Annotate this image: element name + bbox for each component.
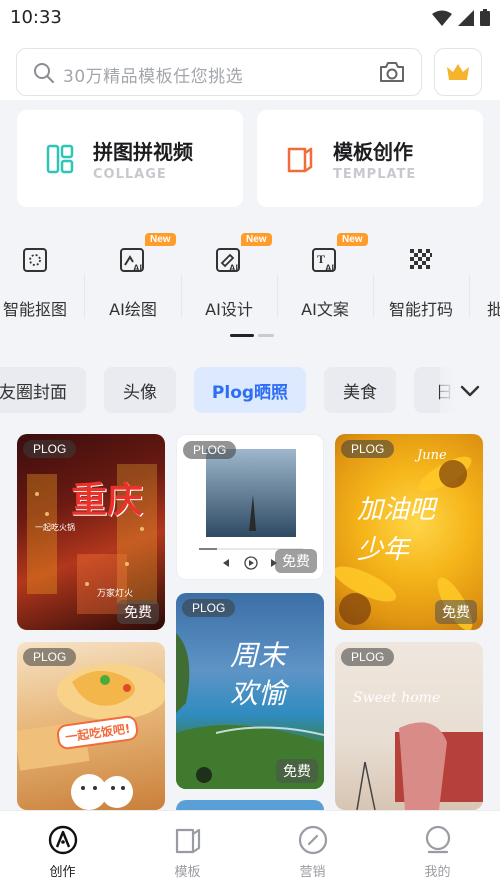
template-title: 加油吧 少年 [357,495,436,565]
template-subtext: 一起吃火锅 [35,523,75,532]
nav-profile[interactable]: 我的 [375,811,500,888]
nav-label: 营销 [299,865,326,880]
plog-tag: PLOG [182,599,236,617]
tool-label: AI设计 [205,300,253,319]
page-indicator [230,334,274,337]
signal-icon [458,9,474,26]
ai-text-icon: TAI [312,248,336,273]
template-script: Sweet home [353,690,441,706]
page-dot [258,334,274,337]
bottom-nav: 创作 模板 营销 我的 [0,810,500,888]
template-subtitle: TEMPLATE [333,167,417,182]
free-badge: 免费 [117,600,159,624]
template-title: 模板创作 [333,140,413,164]
free-badge: 免费 [275,549,317,573]
template-title: 重庆 [71,478,143,522]
nav-marketing[interactable]: 营销 [250,811,375,888]
ai-design-icon: AI [216,248,240,273]
nav-create[interactable]: 创作 [0,811,125,888]
tool-smart-cutout[interactable]: 智能抠图 [0,226,85,326]
plog-tag: PLOG [341,648,395,666]
new-badge: New [241,233,272,246]
tool-label: 智能抠图 [2,300,67,319]
template-card[interactable]: Sweet home PLOG [335,642,483,810]
plog-tag: PLOG [341,440,395,458]
collage-title: 拼图拼视频 [93,140,193,164]
template-subtext: 万家灯火 [97,589,134,599]
collage-subtitle: COLLAGE [93,167,167,182]
template-icon [287,147,313,173]
search-placeholder: 30万精品模板任您挑选 [63,67,244,87]
chevron-down-icon [460,385,480,397]
crown-icon [447,64,469,80]
tool-label: AI文案 [301,300,349,319]
status-time: 10:33 [10,7,62,28]
free-badge: 免费 [276,759,318,783]
collage-card[interactable]: 拼图拼视频 COLLAGE [17,110,243,207]
tool-ai-copywriting[interactable]: T AI New AI文案 [275,226,375,326]
template-script: June [417,448,447,463]
template-thumbnail [356,722,483,810]
search-bar[interactable]: 30万精品模板任您挑选 [16,48,422,96]
nav-templates[interactable]: 模板 [125,811,250,888]
template-card[interactable]: 模板创作 TEMPLATE [257,110,483,207]
tool-batch-partial[interactable]: 批 [445,226,500,326]
nav-label: 模板 [174,865,201,880]
cutout-icon [23,248,47,272]
title-text: 重庆 [71,479,144,521]
svg-text:AI: AI [229,263,238,273]
status-bar: 10:33 [0,0,500,36]
tool-ai-design[interactable]: AI New AI设计 [179,226,279,326]
battery-icon [480,9,490,26]
search-icon [34,63,54,83]
template-card[interactable]: PLOG 免费 [176,434,324,580]
tool-ai-draw[interactable]: AI New AI绘图 [83,226,183,326]
compass-icon [298,825,327,855]
category-chip[interactable]: 头像 [104,367,176,413]
category-chip-active[interactable]: Plog晒照 [194,367,306,413]
collage-icon [46,144,74,174]
vip-crown-button[interactable] [434,48,482,96]
system-icons [432,9,490,26]
ai-draw-icon: AI [120,248,144,273]
new-badge: New [337,233,368,246]
create-icon [48,825,77,855]
page-dot-active [230,334,254,337]
template-title: 周末 欢愉 [230,639,287,710]
svg-text:AI: AI [133,263,142,273]
tool-label: AI绘图 [109,300,157,319]
top-bar: 30万精品模板任您挑选 [0,36,500,100]
plog-tag: PLOG [23,648,77,666]
category-chip[interactable]: 友圈封面 [0,367,86,413]
mosaic-icon [410,249,432,269]
plog-tag: PLOG [23,440,77,458]
tool-row: 智能抠图 AI New AI绘图 AI New AI设计 T AI New AI文… [0,226,500,326]
expand-categories-button[interactable] [440,367,500,415]
category-tabs: 友圈封面 头像 Plog晒照 美食 日 [0,367,500,415]
nav-label: 我的 [424,865,451,880]
nav-label: 创作 [49,865,76,880]
template-card[interactable]: June 加油吧 少年 PLOG 免费 [335,434,483,630]
template-card[interactable]: 周末 欢愉 PLOG 免费 [176,593,324,789]
plog-tag: PLOG [183,441,237,459]
wifi-icon [432,10,452,26]
free-badge: 免费 [435,600,477,624]
camera-icon[interactable] [379,60,405,84]
template-card[interactable]: 重庆 一起吃火锅 万家灯火 PLOG 免费 [17,434,165,630]
svg-text:AI: AI [325,263,334,273]
tool-label: 批 [486,300,500,319]
new-badge: New [145,233,176,246]
template-nav-icon [175,828,200,854]
svg-text:T: T [317,252,325,266]
profile-icon [425,825,450,854]
category-chip[interactable]: 美食 [324,367,396,413]
template-card[interactable]: 一起吃饭吧! PLOG [17,642,165,810]
